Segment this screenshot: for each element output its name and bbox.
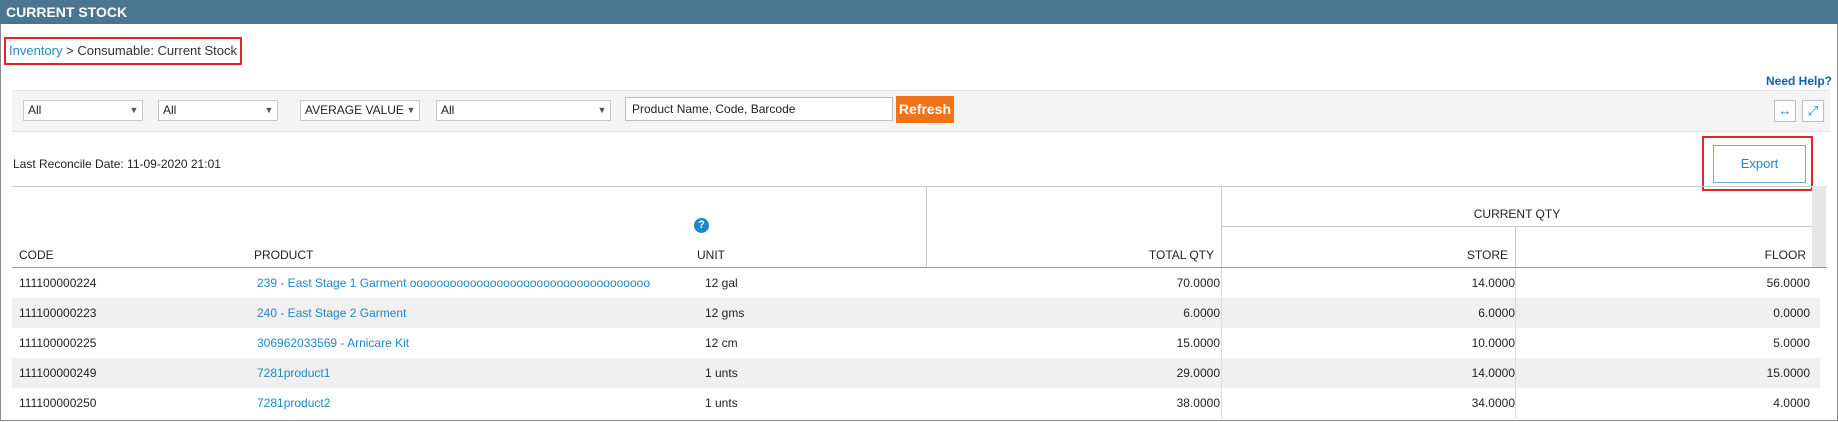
cell-store: 10.0000 [1471, 336, 1515, 350]
page-title: CURRENT STOCK [6, 4, 128, 20]
need-help-link[interactable]: Need Help? [1766, 74, 1832, 88]
cell-floor: 56.0000 [1766, 276, 1810, 290]
breadcrumb-inventory-link[interactable]: Inventory [9, 43, 62, 58]
cell-floor: 15.0000 [1766, 366, 1810, 380]
table-scrollbar[interactable] [1812, 186, 1826, 268]
table-top-border [12, 186, 1827, 187]
chevron-down-icon: ▼ [406, 105, 416, 115]
cell-unit: 12 cm [705, 336, 738, 350]
cell-unit: 12 gal [705, 276, 738, 290]
cell-unit: 12 gms [705, 306, 745, 320]
cell-product-link[interactable]: 7281product2 [257, 388, 330, 418]
header-product: PRODUCT [254, 248, 314, 262]
cell-total-qty: 15.0000 [1176, 336, 1220, 350]
page-title-bar: CURRENT STOCK [0, 0, 1838, 24]
body-divider-store [1515, 268, 1516, 418]
cell-code: 111100000224 [19, 276, 97, 290]
cell-code: 111100000223 [19, 306, 97, 320]
cell-unit: 1 unts [705, 366, 738, 380]
search-input[interactable]: Product Name, Code, Barcode [625, 97, 893, 121]
cell-total-qty: 29.0000 [1176, 366, 1220, 380]
filter-bar: All ▼ All ▼ AVERAGE VALUE ▼ All ▼ Produc… [12, 90, 1830, 132]
filter-select-3[interactable]: All ▼ [436, 100, 611, 121]
filter-select-3-value: All [441, 103, 455, 117]
cell-store: 14.0000 [1471, 366, 1515, 380]
cell-code: 111100000249 [19, 366, 97, 380]
cell-product-link[interactable]: 306962033569 - Arnicare Kit [257, 328, 409, 358]
col-divider-total [926, 186, 927, 267]
table-row: 111100000225 306962033569 - Arnicare Kit… [12, 328, 1820, 358]
question-icon[interactable]: ? [694, 218, 709, 233]
chevron-down-icon: ▼ [129, 105, 139, 115]
filter-select-1-value: All [28, 103, 42, 117]
header-code: CODE [19, 248, 54, 262]
cell-total-qty: 70.0000 [1176, 276, 1220, 290]
cell-total-qty: 6.0000 [1183, 306, 1220, 320]
body-divider-total [1221, 268, 1222, 418]
cell-code: 111100000250 [19, 396, 97, 410]
refresh-button[interactable]: Refresh [896, 96, 954, 123]
breadcrumb-current: Consumable: Current Stock [77, 43, 238, 58]
value-type-select-value: AVERAGE VALUE [305, 103, 404, 117]
col-divider-store [1515, 226, 1516, 267]
cell-floor: 4.0000 [1773, 396, 1810, 410]
filter-select-2[interactable]: All ▼ [158, 100, 278, 121]
cell-unit: 1 unts [705, 396, 738, 410]
export-button[interactable]: Export [1713, 145, 1806, 183]
filter-select-1[interactable]: All ▼ [23, 100, 143, 121]
breadcrumb: Inventory > Consumable: Current Stock [4, 37, 242, 65]
header-store: STORE [1466, 248, 1508, 262]
header-unit: UNIT [697, 248, 725, 262]
table-row: 111100000223 240 - East Stage 2 Garment … [12, 298, 1820, 328]
header-current-qty: CURRENT QTY [1473, 207, 1561, 221]
chevron-down-icon: ▼ [264, 105, 274, 115]
current-qty-divider [1221, 226, 1813, 227]
cell-store: 14.0000 [1471, 276, 1515, 290]
cell-floor: 0.0000 [1773, 306, 1810, 320]
filter-select-2-value: All [163, 103, 177, 117]
table-row: 111100000250 7281product2 1 unts 38.0000… [12, 388, 1820, 418]
cell-product-link[interactable]: 240 - East Stage 2 Garment [257, 298, 406, 328]
table-row: 111100000224 239 - East Stage 1 Garment … [12, 268, 1820, 298]
cell-store: 34.0000 [1471, 396, 1515, 410]
cell-store: 6.0000 [1478, 306, 1515, 320]
header-total-qty: TOTAL QTY [1148, 248, 1214, 262]
cell-product-link[interactable]: 7281product1 [257, 358, 330, 388]
cell-floor: 5.0000 [1773, 336, 1810, 350]
last-reconcile-date: Last Reconcile Date: 11-09-2020 21:01 [13, 157, 221, 171]
fit-width-icon[interactable]: ↔ [1774, 100, 1796, 122]
fullscreen-icon[interactable]: ⤢ [1802, 100, 1824, 122]
value-type-select[interactable]: AVERAGE VALUE ▼ [300, 100, 420, 121]
header-floor: FLOOR [1764, 248, 1806, 262]
cell-product-link[interactable]: 239 - East Stage 1 Garment ooooooooooooo… [257, 268, 650, 298]
breadcrumb-separator: > [66, 43, 74, 58]
table-row: 111100000249 7281product1 1 unts 29.0000… [12, 358, 1820, 388]
cell-total-qty: 38.0000 [1176, 396, 1220, 410]
cell-code: 111100000225 [19, 336, 97, 350]
chevron-down-icon: ▼ [597, 105, 607, 115]
